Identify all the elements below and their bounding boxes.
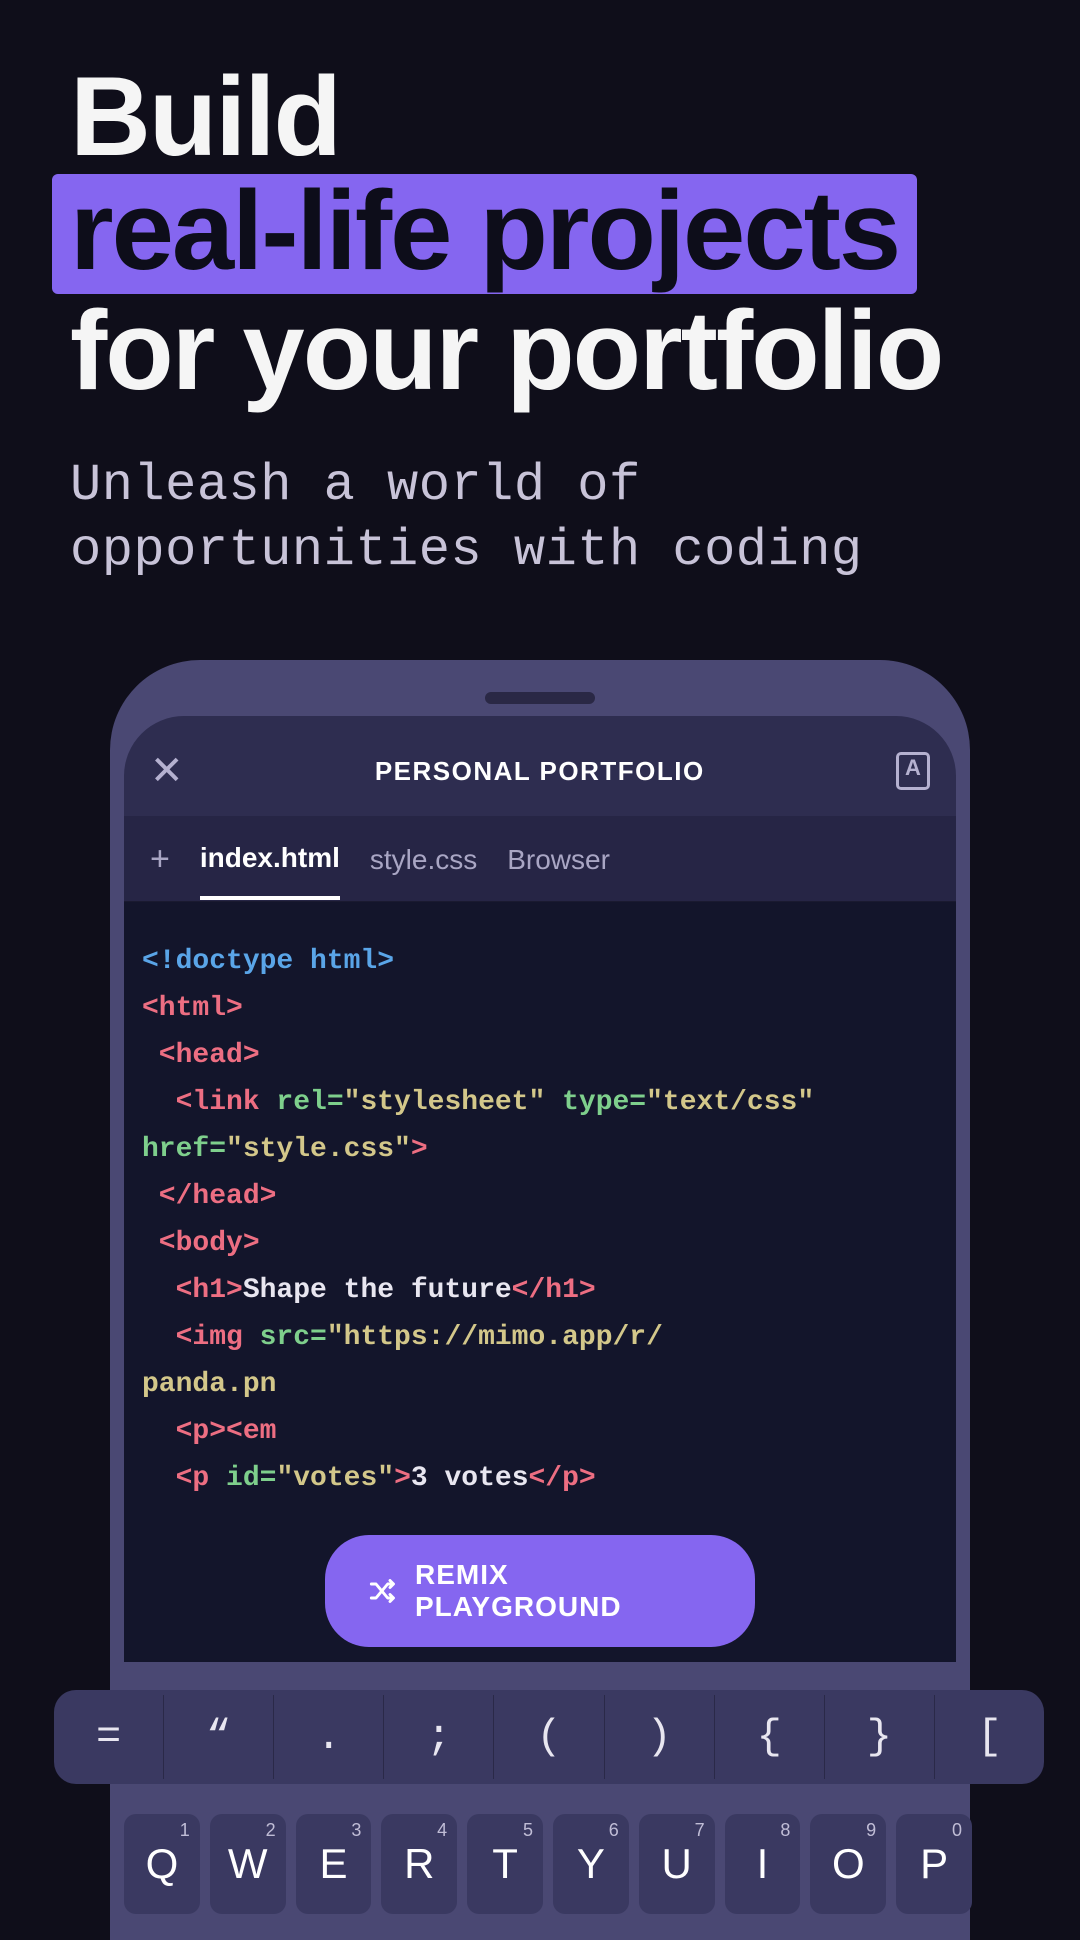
code-token: src= xyxy=(243,1322,327,1353)
sym-equals[interactable]: = xyxy=(54,1695,164,1779)
code-token: <body> xyxy=(142,1228,260,1259)
keyboard-row: Q1 W2 E3 R4 T5 Y6 U7 I8 O9 P0 xyxy=(124,1814,972,1914)
code-token: <head> xyxy=(142,1040,260,1071)
sym-dot[interactable]: . xyxy=(274,1695,384,1779)
code-token: 3 votes xyxy=(411,1463,529,1494)
sym-rparen[interactable]: ) xyxy=(605,1695,715,1779)
reference-icon[interactable] xyxy=(896,752,930,790)
key-p[interactable]: P0 xyxy=(896,1814,972,1914)
hero-subtitle: Unleash a world of opportunities with co… xyxy=(70,453,1010,583)
remix-label: REMIX PLAYGROUND xyxy=(415,1559,711,1623)
title-line3: for your portfolio xyxy=(70,288,942,413)
code-token: <link xyxy=(142,1087,260,1118)
code-token: <p xyxy=(142,1463,209,1494)
key-e[interactable]: E3 xyxy=(296,1814,372,1914)
tab-style-css[interactable]: style.css xyxy=(370,844,477,898)
key-w[interactable]: W2 xyxy=(210,1814,286,1914)
file-tabs: + index.html style.css Browser xyxy=(124,816,956,902)
phone-notch xyxy=(485,692,595,704)
code-token: "votes" xyxy=(276,1463,394,1494)
code-token: </h1> xyxy=(512,1275,596,1306)
code-token: > xyxy=(394,1463,411,1494)
key-u[interactable]: U7 xyxy=(639,1814,715,1914)
key-t[interactable]: T5 xyxy=(467,1814,543,1914)
add-tab-icon[interactable]: + xyxy=(150,840,170,901)
remix-playground-button[interactable]: REMIX PLAYGROUND xyxy=(325,1535,755,1647)
code-token: panda.pn xyxy=(142,1369,276,1400)
code-token: "stylesheet" xyxy=(344,1087,546,1118)
shuffle-icon xyxy=(369,1579,397,1603)
hero-title: Build real-life projects for your portfo… xyxy=(70,60,1010,409)
sym-lbrace[interactable]: { xyxy=(715,1695,825,1779)
code-token: type= xyxy=(545,1087,646,1118)
code-token: </head> xyxy=(142,1181,276,1212)
sym-semicolon[interactable]: ; xyxy=(384,1695,494,1779)
code-token: Shape the future xyxy=(243,1275,512,1306)
code-token: <html> xyxy=(142,993,243,1024)
editor-topbar: ✕ PERSONAL PORTFOLIO xyxy=(124,716,956,816)
close-icon[interactable]: ✕ xyxy=(150,748,184,794)
sym-lbracket[interactable]: [ xyxy=(935,1695,1044,1779)
code-token: <img xyxy=(142,1322,243,1353)
title-highlight: real-life projects xyxy=(52,174,917,294)
hero-section: Build real-life projects for your portfo… xyxy=(0,0,1080,583)
code-token: id= xyxy=(209,1463,276,1494)
key-i[interactable]: I8 xyxy=(725,1814,801,1914)
tab-index-html[interactable]: index.html xyxy=(200,842,340,900)
code-token: "https://mimo.app/r/ xyxy=(327,1322,663,1353)
key-o[interactable]: O9 xyxy=(810,1814,886,1914)
key-y[interactable]: Y6 xyxy=(553,1814,629,1914)
key-q[interactable]: Q1 xyxy=(124,1814,200,1914)
symbol-row: = “ . ; ( ) { } [ xyxy=(54,1690,1044,1784)
sym-rbrace[interactable]: } xyxy=(825,1695,935,1779)
title-line1: Build xyxy=(70,54,340,179)
sym-quote[interactable]: “ xyxy=(164,1695,274,1779)
code-token: "text/css" xyxy=(646,1087,814,1118)
code-token: href= xyxy=(142,1134,226,1165)
project-title: PERSONAL PORTFOLIO xyxy=(375,756,705,787)
sym-lparen[interactable]: ( xyxy=(494,1695,604,1779)
code-token: </p> xyxy=(529,1463,596,1494)
code-token: <!doctype html> xyxy=(142,946,394,977)
code-token: rel= xyxy=(260,1087,344,1118)
code-token: "style.css" xyxy=(226,1134,411,1165)
code-token: > xyxy=(411,1134,428,1165)
tab-browser[interactable]: Browser xyxy=(507,844,610,898)
code-token: <h1> xyxy=(142,1275,243,1306)
key-r[interactable]: R4 xyxy=(381,1814,457,1914)
code-token: <p><em xyxy=(142,1416,276,1447)
